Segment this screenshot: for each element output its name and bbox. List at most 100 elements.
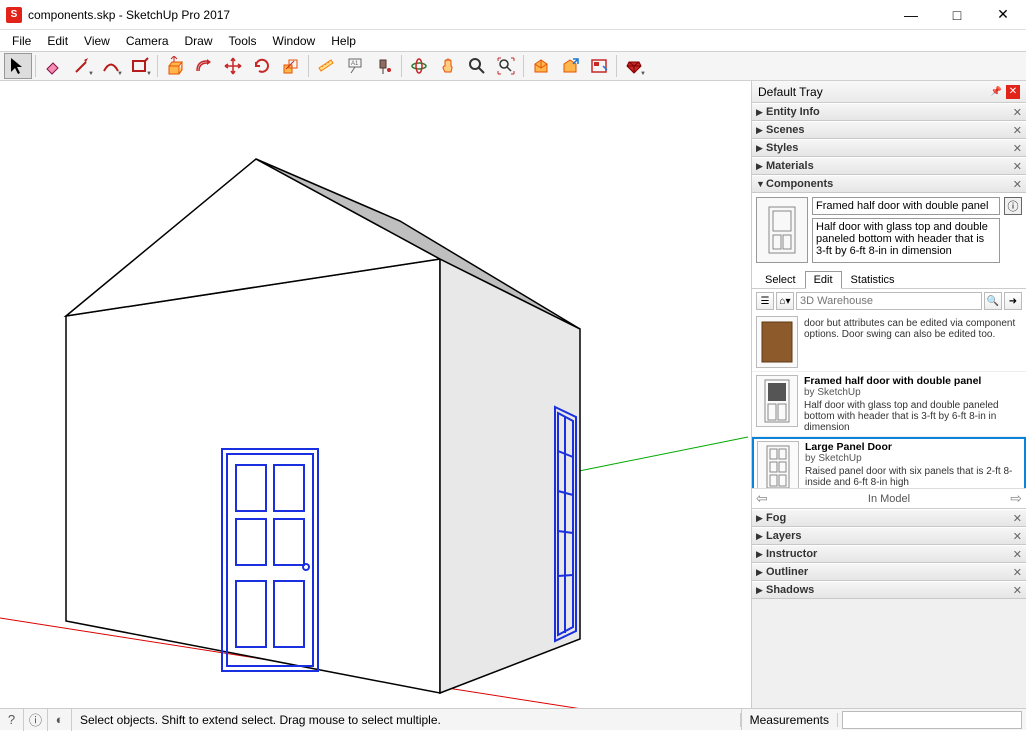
tab-statistics[interactable]: Statistics xyxy=(842,271,904,289)
list-thumb xyxy=(756,375,798,427)
tool-paint[interactable] xyxy=(370,53,398,79)
list-item-title: Framed half door with double panel xyxy=(804,375,1022,387)
component-list[interactable]: door but attributes can be edited via co… xyxy=(752,313,1026,488)
component-list-item[interactable]: door but attributes can be edited via co… xyxy=(752,313,1026,372)
tool-pan[interactable] xyxy=(434,53,462,79)
tool-ruby[interactable]: ▼ xyxy=(620,53,648,79)
panel-close-icon[interactable]: ✕ xyxy=(1013,124,1022,137)
tool-select[interactable] xyxy=(4,53,32,79)
panel-outliner[interactable]: ▶Outliner✕ xyxy=(752,563,1026,581)
nav-forward-button[interactable]: ➜ xyxy=(1004,292,1022,310)
pin-icon[interactable]: 📌 xyxy=(991,86,1002,97)
tool-move[interactable] xyxy=(219,53,247,79)
menu-window[interactable]: Window xyxy=(265,32,324,50)
panel-styles[interactable]: ▶Styles✕ xyxy=(752,139,1026,157)
tool-share-model[interactable] xyxy=(556,53,584,79)
tool-arc[interactable]: ▼ xyxy=(97,53,125,79)
menu-file[interactable]: File xyxy=(4,32,39,50)
panel-layers[interactable]: ▶Layers✕ xyxy=(752,527,1026,545)
viewport-3d[interactable] xyxy=(0,81,752,708)
tab-edit[interactable]: Edit xyxy=(805,271,842,289)
details-toggle-button[interactable]: ☰ xyxy=(756,292,774,310)
components-panel-body: Half door with glass top and double pane… xyxy=(752,193,1026,509)
component-name-input[interactable] xyxy=(812,197,1000,215)
tool-get-models[interactable] xyxy=(527,53,555,79)
panel-close-icon[interactable]: ✕ xyxy=(1013,178,1022,191)
component-more-button[interactable]: ⓘ xyxy=(1004,197,1022,215)
credits-button[interactable]: ⓘ xyxy=(24,709,48,731)
title-bar: S components.skp - SketchUp Pro 2017 ― □… xyxy=(0,0,1026,30)
panel-materials[interactable]: ▶Materials✕ xyxy=(752,157,1026,175)
panel-close-icon[interactable]: ✕ xyxy=(1013,106,1022,119)
tool-orbit[interactable] xyxy=(405,53,433,79)
app-icon: S xyxy=(6,7,22,23)
tray-header[interactable]: Default Tray 📌 ✕ xyxy=(752,81,1026,103)
expand-icon: ▶ xyxy=(756,585,766,596)
tool-line[interactable]: ▼ xyxy=(68,53,96,79)
tool-layout[interactable] xyxy=(585,53,613,79)
tool-tape[interactable] xyxy=(312,53,340,79)
panel-shadows[interactable]: ▶Shadows✕ xyxy=(752,581,1026,599)
panel-label: Instructor xyxy=(766,548,1013,560)
nav-forward-icon[interactable]: ⇨ xyxy=(1010,490,1022,507)
home-button[interactable]: ⌂▾ xyxy=(776,292,794,310)
measurements-label: Measurements xyxy=(742,713,838,727)
menu-tools[interactable]: Tools xyxy=(221,32,265,50)
svg-text:A1: A1 xyxy=(351,61,359,67)
panel-close-icon[interactable]: ✕ xyxy=(1013,530,1022,543)
component-list-item[interactable]: Large Panel Doorby SketchUpRaised panel … xyxy=(752,437,1026,488)
minimize-button[interactable]: ― xyxy=(888,0,934,30)
tray-title: Default Tray xyxy=(758,85,823,99)
panel-fog[interactable]: ▶Fog✕ xyxy=(752,509,1026,527)
panel-close-icon[interactable]: ✕ xyxy=(1013,566,1022,579)
panel-components[interactable]: ▼ Components ✕ xyxy=(752,175,1026,193)
panel-close-icon[interactable]: ✕ xyxy=(1013,584,1022,597)
tool-offset[interactable] xyxy=(190,53,218,79)
maximize-button[interactable]: □ xyxy=(934,0,980,30)
expand-icon: ▶ xyxy=(756,143,766,154)
list-thumb xyxy=(757,441,799,488)
tool-text[interactable]: A1 xyxy=(341,53,369,79)
panel-close-icon[interactable]: ✕ xyxy=(1013,160,1022,173)
close-button[interactable]: ✕ xyxy=(980,0,1026,30)
tool-zoom[interactable] xyxy=(463,53,491,79)
menu-edit[interactable]: Edit xyxy=(39,32,76,50)
measurements-input[interactable] xyxy=(842,711,1022,729)
tool-rotate[interactable] xyxy=(248,53,276,79)
panel-label: Scenes xyxy=(766,124,1013,136)
menu-draw[interactable]: Draw xyxy=(177,32,221,50)
tool-eraser[interactable] xyxy=(39,53,67,79)
panel-instructor[interactable]: ▶Instructor✕ xyxy=(752,545,1026,563)
tab-select[interactable]: Select xyxy=(756,271,805,289)
panel-label: Components xyxy=(766,178,1013,190)
geo-button[interactable]: ? xyxy=(0,709,24,731)
menu-view[interactable]: View xyxy=(76,32,118,50)
panel-label: Fog xyxy=(766,512,1013,524)
search-button[interactable]: 🔍 xyxy=(984,292,1002,310)
tool-shape[interactable]: ▼ xyxy=(126,53,154,79)
list-item-author: by SketchUp xyxy=(804,387,1022,398)
component-list-item[interactable]: Framed half door with double panelby Ske… xyxy=(752,372,1026,437)
panel-close-icon[interactable]: ✕ xyxy=(1013,512,1022,525)
nav-back-icon[interactable]: ⇦ xyxy=(756,490,768,507)
tool-pushpull[interactable] xyxy=(161,53,189,79)
panel-label: Entity Info xyxy=(766,106,1013,118)
profile-button[interactable]: ◐ xyxy=(48,709,72,731)
list-item-desc: Raised panel door with six panels that i… xyxy=(805,466,1021,488)
search-input[interactable] xyxy=(796,292,982,310)
expand-icon: ▶ xyxy=(756,549,766,560)
tray-close-button[interactable]: ✕ xyxy=(1006,85,1020,99)
menu-help[interactable]: Help xyxy=(323,32,364,50)
panel-label: Materials xyxy=(766,160,1013,172)
panel-scenes[interactable]: ▶Scenes✕ xyxy=(752,121,1026,139)
expand-icon: ▶ xyxy=(756,161,766,172)
tool-scale[interactable] xyxy=(277,53,305,79)
panel-entity-info[interactable]: ▶Entity Info✕ xyxy=(752,103,1026,121)
tool-zoom-extents[interactable] xyxy=(492,53,520,79)
list-item-desc: Half door with glass top and double pane… xyxy=(804,400,1022,433)
component-desc-input[interactable]: Half door with glass top and double pane… xyxy=(812,218,1000,263)
panel-close-icon[interactable]: ✕ xyxy=(1013,142,1022,155)
component-tabs: SelectEditStatistics xyxy=(752,267,1026,289)
menu-camera[interactable]: Camera xyxy=(118,32,177,50)
panel-close-icon[interactable]: ✕ xyxy=(1013,548,1022,561)
